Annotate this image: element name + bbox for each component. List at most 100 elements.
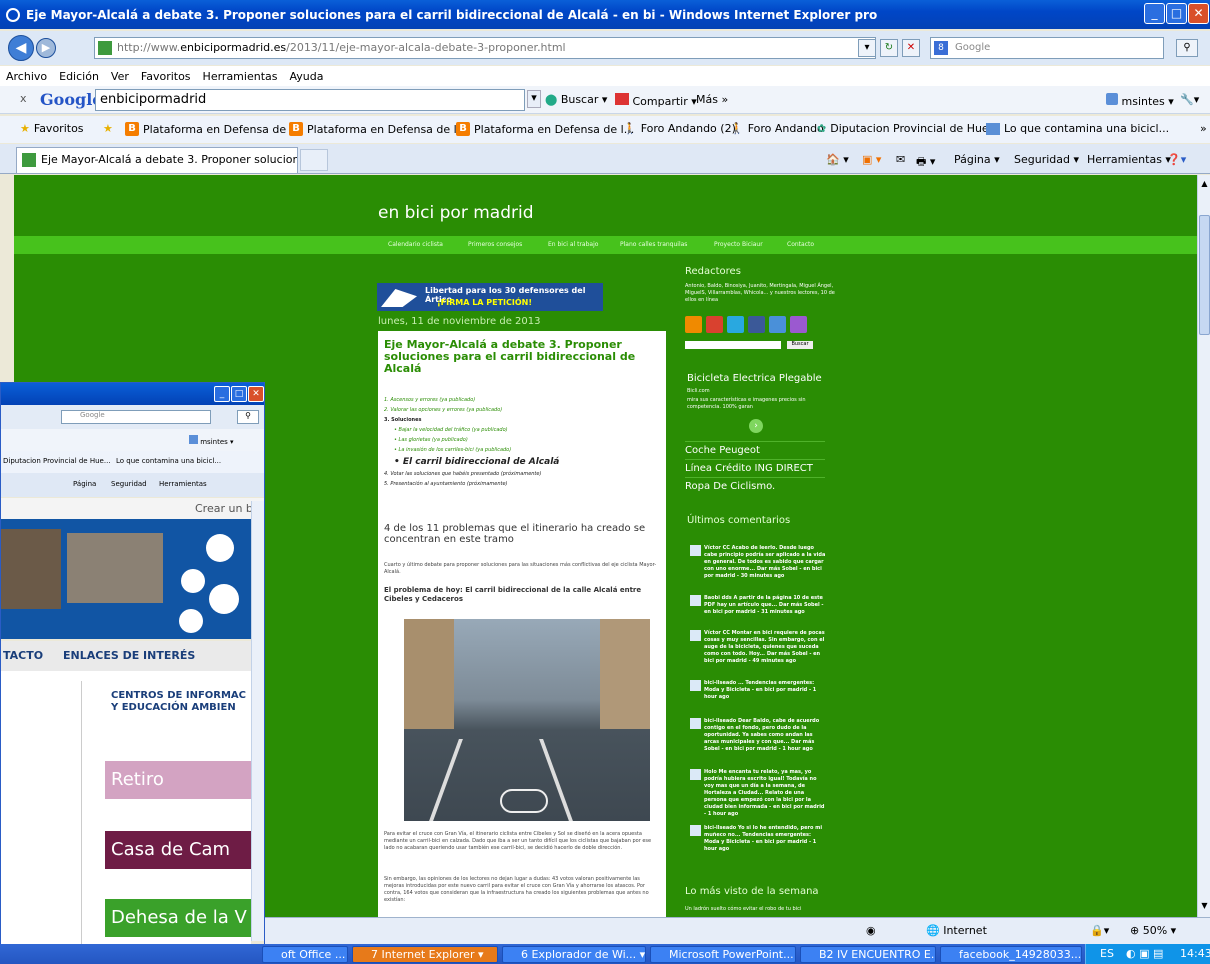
popup-fav-1[interactable]: Diputacion Provincial de Hue... [3,457,111,465]
dehesa-banner[interactable]: Dehesa de la V [105,899,251,937]
wrench-icon[interactable]: 🔧▾ [1180,93,1199,106]
menu-ver[interactable]: Ver [111,70,129,83]
page-scrollbar[interactable]: ▲ ▼ [1197,175,1210,917]
popup-user[interactable]: msintes ▾ [189,435,234,446]
google-share-button[interactable]: Compartir ▾ [615,93,697,108]
favorites-overflow-icon[interactable]: » [1200,122,1207,135]
popup-fav-2[interactable]: Lo que contamina una bicicl... [116,457,221,465]
fav-item-3[interactable]: B Plataforma en Defensa de l... [456,122,634,136]
post-title[interactable]: Eje Mayor-Alcalá a debate 3. Proponer so… [384,339,656,375]
list-item[interactable]: • Bajar la velocidad del tráfico (ya pub… [384,425,654,435]
sidebar-ad-title[interactable]: Bicicleta Electrica Plegable [687,373,822,384]
post-photo[interactable] [404,619,650,821]
nav-contacto[interactable]: Contacto [787,241,814,248]
nav-calendario[interactable]: Calendario ciclista [388,241,443,248]
fav-item-6[interactable]: ✿ Diputacion Provincial de Hue... [817,122,999,135]
language-indicator[interactable]: ES [1100,947,1114,960]
popup-search-icon[interactable]: ⚲ [237,410,259,424]
search-button-icon[interactable]: ⚲ [1176,39,1198,57]
share-icon[interactable] [769,316,786,333]
page-menu[interactable]: Página ▾ [954,153,1000,166]
google-search-button[interactable]: ⬤ Buscar ▾ [545,93,607,106]
maximize-button[interactable]: □ [1166,3,1187,24]
tab-active[interactable]: Eje Mayor-Alcalá a debate 3. Proponer so… [16,147,298,173]
menu-ayuda[interactable]: Ayuda [289,70,323,83]
fav-item-2[interactable]: B Plataforma en Defensa de l... [289,122,467,136]
background-ie-window[interactable]: _ □ ✕ Google ⚲ msintes ▾ Diputacion Prov… [0,382,265,964]
taskbar-powerpoint[interactable]: Microsoft PowerPoint... [650,946,796,963]
ad-link-ing[interactable]: Línea Crédito ING DIRECT [685,459,825,477]
fav-item-5[interactable]: 🚶 Foro Andando [730,122,824,135]
taskbar-facebook[interactable]: facebook_14928033... [940,946,1082,963]
list-item[interactable]: 1. Ascensos y errores (ya publicado) [384,395,654,405]
list-item[interactable]: • Las glorietas (ya publicado) [384,435,654,445]
google-search-input[interactable]: enbicipormadrid [95,89,525,111]
forward-button[interactable]: ▶ [36,38,56,58]
popup-menu-contacto[interactable]: TACTO [3,649,43,662]
nav-biciaur[interactable]: Proyecto Biciaur [714,241,763,248]
casa-de-campo-banner[interactable]: Casa de Cam [105,831,251,869]
list-item[interactable]: 2. Valorar las opciones y errores (ya pu… [384,405,654,415]
home-icon[interactable]: 🏠 ▾ [826,153,849,166]
taskbar-word[interactable]: B2 IV ENCUENTRO E... [800,946,936,963]
fav-item-4[interactable]: 🚶 Foro Andando (2) [623,122,736,135]
google-dropdown-icon[interactable]: ▾ [527,90,541,108]
window-titlebar[interactable]: Eje Mayor-Alcalá a debate 3. Proponer so… [0,0,1210,29]
menu-herramientas[interactable]: Herramientas [203,70,278,83]
mail-icon[interactable]: ✉ [896,153,905,166]
list-item[interactable]: • La invasión de los carriles-bici (ya p… [384,445,654,455]
menu-archivo[interactable]: Archivo [6,70,47,83]
minimize-button[interactable]: _ [1144,3,1165,24]
most-viewed-first[interactable]: Un ladrón suelto cómo evitar el robo de … [685,906,835,913]
popup-scrollbar[interactable] [251,501,264,941]
address-input[interactable]: http://www.enbicipormadrid.es/2013/11/ej… [94,37,876,59]
tools-menu[interactable]: Herramientas ▾ [1087,153,1171,166]
sidebar-search-input[interactable] [685,341,781,349]
popup-menu-enlaces[interactable]: ENLACES DE INTERÉS [63,649,195,662]
facebook-icon[interactable] [748,316,765,333]
taskbar-office[interactable]: oft Office ... [262,946,348,963]
print-icon[interactable]: 🖶 ▾ [916,153,935,172]
search-input[interactable]: 8 Google [930,37,1164,59]
stop-icon[interactable]: ✕ [902,39,920,57]
centros-banner[interactable]: CENTROS DE INFORMAC Y EDUCACIÓN AMBIEN [105,683,251,721]
menu-edicion[interactable]: Edición [59,70,99,83]
popup-tools-menu[interactable]: Herramientas [159,480,207,488]
address-dropdown-icon[interactable]: ▾ [858,39,876,57]
scroll-thumb[interactable] [1199,215,1210,335]
fav-item-7[interactable]: Lo que contamina una bicicl... [986,122,1169,135]
privacy-icon[interactable]: ◉ [866,924,876,937]
refresh-icon[interactable]: ↻ [880,39,898,57]
scroll-down-icon[interactable]: ▼ [1199,901,1210,911]
popup-page-menu[interactable]: Página [73,480,96,488]
favorites-button[interactable]: ★ Favoritos [20,122,84,135]
add-favorite-icon[interactable]: ★ [103,122,113,135]
nav-plano[interactable]: Plano calles tranquilas [620,241,687,248]
nav-trabajo[interactable]: En bici al trabajo [548,241,598,248]
nav-primeros[interactable]: Primeros consejos [468,241,522,248]
help-icon[interactable]: ❓▾ [1167,153,1186,166]
google-user-button[interactable]: msintes ▾ [1106,93,1174,108]
tray-icons[interactable]: ◐ ▣ ▤ [1126,947,1163,960]
ad-link-ropa[interactable]: Ropa De Ciclismo. [685,477,825,495]
menu-favoritos[interactable]: Favoritos [141,70,191,83]
protected-mode-icon[interactable]: 🔒▾ [1090,924,1109,937]
rss-icon[interactable]: ▣ ▾ [862,153,881,166]
ad-arrow-icon[interactable]: › [749,419,763,433]
scroll-up-icon[interactable]: ▲ [1199,179,1210,189]
popup-maximize-button[interactable]: □ [231,386,247,402]
google-plus-icon[interactable] [706,316,723,333]
security-menu[interactable]: Seguridad ▾ [1014,153,1079,166]
new-tab-button[interactable] [300,149,328,171]
popup-close-button[interactable]: ✕ [248,386,264,402]
fav-item-1[interactable]: B Plataforma en Defensa de l... [125,122,303,136]
zoom-control[interactable]: ⊕ 50% ▾ [1130,924,1176,937]
popup-security-menu[interactable]: Seguridad [111,480,147,488]
rss-icon[interactable] [685,316,702,333]
taskbar-explorer[interactable]: 6 Explorador de Wi... ▾ [502,946,646,963]
google-toolbar-close-icon[interactable]: x [20,92,27,105]
popup-search-input[interactable]: Google [61,410,211,424]
ad-link-peugeot[interactable]: Coche Peugeot [685,441,825,459]
popup-minimize-button[interactable]: _ [214,386,230,402]
greenpeace-ad[interactable]: Libertad para los 30 defensores del Árti… [377,283,603,311]
